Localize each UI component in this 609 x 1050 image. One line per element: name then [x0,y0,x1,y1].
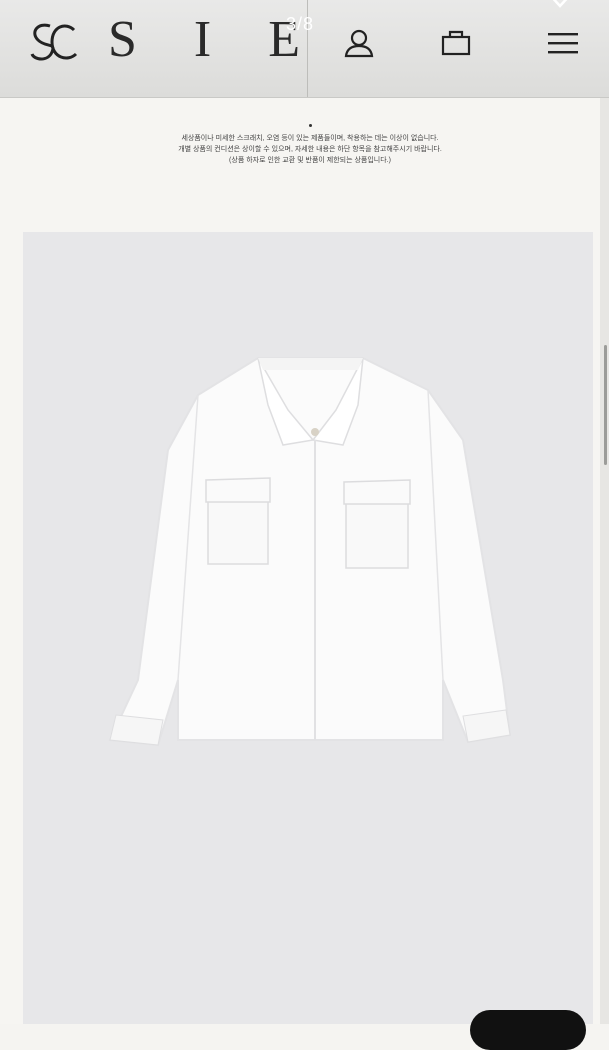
notice-line-3: (상품 하자로 인한 교환 및 반품이 제한되는 상품입니다.) [229,157,391,164]
shopping-bag-icon[interactable] [441,28,471,56]
logo-monogram-icon[interactable] [28,20,78,66]
scrollbar-thumb[interactable] [604,345,607,465]
white-jacket-image [108,357,512,747]
notice-text: 세상품이나 미세한 스크래치, 오염 등이 있는 제품들이며, 착용하는 데는 … [120,133,500,166]
floating-action-button[interactable] [470,1010,586,1050]
menu-icon[interactable] [548,32,578,54]
header-bar: S I E 3/8 [0,0,609,98]
notice-line-1: 세상품이나 미세한 스크래치, 오염 등이 있는 제품들이며, 착용하는 데는 … [181,135,439,142]
notice-line-2: 개별 상품의 컨디션은 상이할 수 있으며, 자세한 내용은 하단 항목을 참고… [178,146,442,153]
close-icon[interactable] [545,0,575,14]
scroll-track[interactable] [600,98,609,1024]
bullet-dot [309,124,312,127]
product-photo[interactable] [23,232,593,1024]
image-counter: 3/8 [286,14,315,34]
user-icon[interactable] [343,28,375,58]
